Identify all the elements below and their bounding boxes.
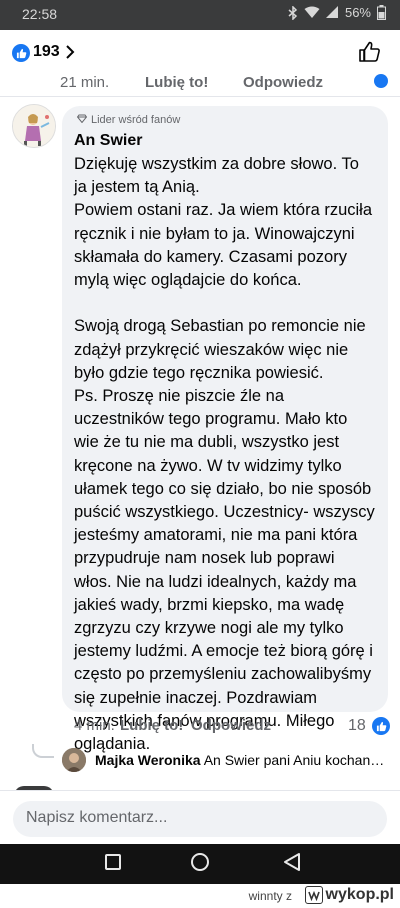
- comment-author[interactable]: An Swier: [74, 131, 376, 151]
- chevron-right-icon[interactable]: [65, 43, 75, 66]
- reply-preview[interactable]: Majka Weronika An Swier pani Aniu kochan…: [95, 752, 391, 768]
- wykop-logo-icon: [304, 886, 323, 904]
- previous-reply-button[interactable]: Odpowiedz: [243, 74, 323, 91]
- previous-comment-actions: 21 min. Lubię to! Odpowiedz: [60, 70, 390, 96]
- comment-time[interactable]: 4 min.: [74, 717, 115, 734]
- bluetooth-icon: [288, 5, 298, 20]
- navigation-bar: [0, 844, 400, 884]
- previous-comment-time: 21 min.: [60, 74, 110, 91]
- fan-badge: Lider wśród fanów: [76, 112, 376, 128]
- watermark-user: winnty z: [248, 889, 292, 903]
- wykop-logo-text: wykop.pl: [325, 886, 394, 903]
- watermark: winnty z wykop.pl: [0, 884, 400, 908]
- reaction-count[interactable]: 193: [33, 43, 60, 61]
- status-icons: 56%: [288, 5, 386, 20]
- reply-avatar[interactable]: [62, 748, 86, 772]
- like-reaction-icon[interactable]: [12, 44, 30, 62]
- back-icon[interactable]: [283, 852, 301, 877]
- home-icon[interactable]: [191, 853, 209, 871]
- wifi-icon: [304, 6, 320, 19]
- reply-author[interactable]: Majka Weronika: [95, 752, 201, 768]
- reply-thread-line: [32, 744, 54, 758]
- comment-text: Dziękuję wszystkim za dobre słowo. To ja…: [74, 155, 375, 754]
- fan-badge-label: Lider wśród fanów: [91, 114, 181, 126]
- battery-percent: 56%: [344, 5, 371, 20]
- previous-like-button[interactable]: Lubię to!: [145, 74, 208, 91]
- like-reaction-icon: [374, 74, 388, 88]
- comment-actions: 4 min. Lubię to! Odpowiedz 18: [74, 714, 394, 740]
- like-button[interactable]: Lubię to!: [120, 717, 183, 734]
- diamond-icon: [76, 114, 88, 126]
- avatar[interactable]: [12, 104, 56, 148]
- comment-reaction-count[interactable]: 18: [348, 717, 366, 735]
- divider: [0, 96, 400, 97]
- wykop-logo: wykop.pl: [304, 886, 394, 904]
- status-time: 22:58: [22, 6, 58, 22]
- comment-input[interactable]: Napisz komentarz...: [13, 801, 387, 837]
- comment-bubble: Lider wśród fanów An Swier Dziękuję wszy…: [62, 106, 388, 753]
- recent-apps-icon[interactable]: [105, 854, 121, 870]
- like-outline-icon[interactable]: [358, 40, 382, 69]
- status-bar: 22:58 56%: [0, 0, 400, 30]
- signal-icon: [325, 6, 339, 19]
- battery-icon: [377, 5, 386, 20]
- reply-button[interactable]: Odpowiedz: [191, 717, 271, 734]
- like-reaction-icon[interactable]: [372, 717, 390, 735]
- reply-snippet: An Swier pani Aniu kochana,...: [203, 752, 391, 768]
